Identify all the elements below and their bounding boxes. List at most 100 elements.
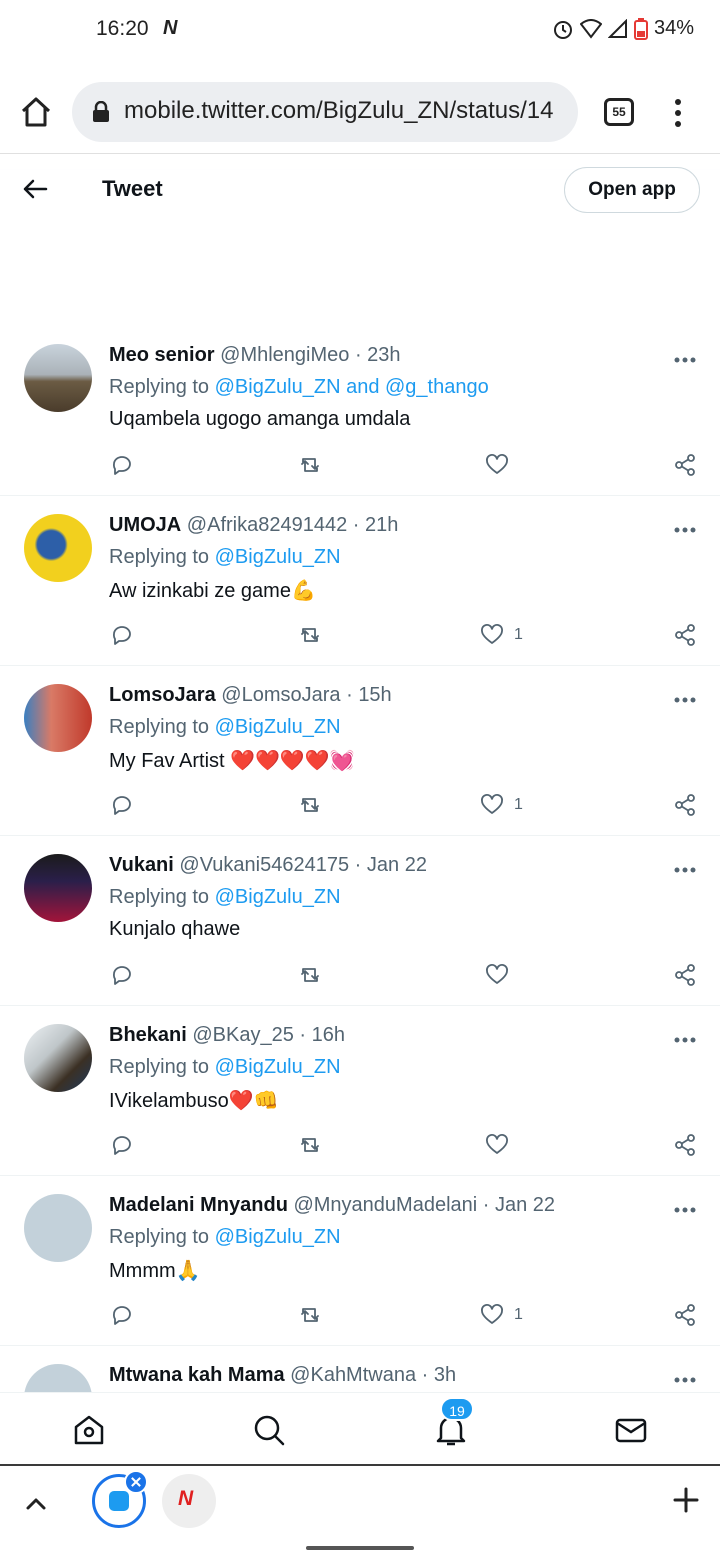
reply-button[interactable] xyxy=(110,620,134,650)
close-tab-icon[interactable] xyxy=(124,1470,148,1494)
replying-to-line: Replying to @BigZulu_ZN and @g_thango xyxy=(109,376,489,399)
tweet-time[interactable]: Jan 22 xyxy=(495,1194,555,1216)
reply-button[interactable] xyxy=(110,1130,134,1160)
avatar[interactable] xyxy=(24,684,92,752)
retweet-button[interactable] xyxy=(298,790,322,820)
retweet-button[interactable] xyxy=(298,1300,322,1330)
replying-to-handles[interactable]: @BigZulu_ZN xyxy=(215,1226,341,1248)
avatar[interactable] xyxy=(24,1194,92,1262)
author-handle[interactable]: @KahMtwana xyxy=(290,1364,416,1386)
author-handle[interactable]: @Afrika82491442 xyxy=(187,514,347,536)
tweet-text: Aw izinkabi ze game💪 xyxy=(109,580,316,602)
signal-icon xyxy=(607,18,627,38)
replies-feed[interactable]: Shweele... INkabi AyzondiMeo senior @Mhl… xyxy=(0,156,720,1392)
author-name[interactable]: Bhekani xyxy=(109,1024,187,1046)
author-handle[interactable]: @LomsoJara xyxy=(221,684,340,706)
replying-to-handles[interactable]: @BigZulu_ZN and @g_thango xyxy=(215,376,489,398)
reply-button[interactable] xyxy=(110,450,134,480)
share-icon xyxy=(675,1304,695,1326)
home-icon[interactable] xyxy=(72,1413,106,1447)
like-button[interactable] xyxy=(485,960,519,990)
avatar[interactable] xyxy=(24,854,92,922)
more-options-icon[interactable] xyxy=(674,527,696,533)
back-arrow-icon[interactable] xyxy=(20,174,50,204)
share-button[interactable] xyxy=(673,960,697,990)
reply-tweet[interactable]: UMOJA @Afrika82491442 · 21h Replying to @… xyxy=(0,496,720,666)
avatar[interactable] xyxy=(24,1364,92,1392)
reply-tweet[interactable]: LomsoJara @LomsoJara · 15h Replying to @B… xyxy=(0,666,720,836)
tweet-time[interactable]: 3h xyxy=(434,1364,456,1386)
author-name[interactable]: Meo senior xyxy=(109,344,215,366)
more-options-icon[interactable] xyxy=(674,697,696,703)
wifi-icon xyxy=(579,18,602,39)
share-button[interactable] xyxy=(673,790,697,820)
news-tab[interactable]: N xyxy=(162,1474,216,1528)
reply-button[interactable] xyxy=(110,790,134,820)
new-tab-plus-icon[interactable] xyxy=(672,1486,700,1514)
tweet-time[interactable]: 21h xyxy=(365,514,398,536)
news-tab-glyph: N xyxy=(178,1487,194,1510)
battery-percent: 34% xyxy=(653,17,694,39)
like-button[interactable]: 1 xyxy=(480,790,523,820)
reply-icon xyxy=(112,1306,131,1325)
open-app-button[interactable]: Open app xyxy=(564,167,700,213)
author-name[interactable]: UMOJA xyxy=(109,514,181,536)
reply-tweet[interactable]: Vukani @Vukani54624175 · Jan 22 Replying … xyxy=(0,836,720,1006)
replying-to-handles[interactable]: @BigZulu_ZN xyxy=(215,1056,341,1078)
gesture-bar[interactable] xyxy=(306,1546,414,1550)
search-icon[interactable] xyxy=(252,1413,286,1447)
share-icon xyxy=(675,964,695,986)
author-name[interactable]: Mtwana kah Mama xyxy=(109,1364,285,1386)
avatar[interactable] xyxy=(24,344,92,412)
like-button[interactable]: 1 xyxy=(480,620,523,650)
replying-to-handles[interactable]: @BigZulu_ZN xyxy=(215,546,341,568)
retweet-button[interactable] xyxy=(298,1130,322,1160)
news-app-notification-icon: N xyxy=(163,17,178,39)
author-name[interactable]: Madelani Mnyandu xyxy=(109,1194,288,1216)
author-name[interactable]: LomsoJara xyxy=(109,684,216,706)
tweet-time[interactable]: 15h xyxy=(358,684,391,706)
address-bar[interactable]: mobile.twitter.com/BigZulu_ZN/status/14 xyxy=(72,82,578,142)
more-options-icon[interactable] xyxy=(674,867,696,873)
reply-button[interactable] xyxy=(110,1300,134,1330)
replying-to-handles[interactable]: @BigZulu_ZN xyxy=(215,886,341,908)
share-button[interactable] xyxy=(673,450,697,480)
browser-menu-icon[interactable] xyxy=(670,96,686,130)
share-button[interactable] xyxy=(673,1300,697,1330)
like-count: 1 xyxy=(514,1306,523,1323)
more-options-icon[interactable] xyxy=(674,357,696,363)
divider xyxy=(0,153,720,154)
share-button[interactable] xyxy=(673,620,697,650)
tweet-time[interactable]: 23h xyxy=(367,344,400,366)
author-handle[interactable]: @MnyanduMadelani xyxy=(293,1194,477,1216)
like-button[interactable] xyxy=(485,1130,519,1160)
retweet-button[interactable] xyxy=(298,450,322,480)
reply-button[interactable] xyxy=(110,960,134,990)
tab-switcher-button[interactable]: 55 xyxy=(604,98,634,126)
author-handle[interactable]: @BKay_25 xyxy=(192,1024,293,1046)
more-options-icon[interactable] xyxy=(674,1377,696,1383)
more-options-icon[interactable] xyxy=(674,1207,696,1213)
replying-to-handles[interactable]: @BigZulu_ZN xyxy=(215,716,341,738)
tweet-time[interactable]: Jan 22 xyxy=(367,854,427,876)
reply-tweet[interactable]: Mtwana kah Mama @KahMtwana · 3h xyxy=(0,1346,720,1392)
avatar[interactable] xyxy=(24,1024,92,1092)
like-button[interactable] xyxy=(485,450,519,480)
reply-tweet[interactable]: Meo senior @MhlengiMeo · 23h Replying to … xyxy=(0,326,720,496)
heart-icon xyxy=(486,1134,508,1154)
author-name[interactable]: Vukani xyxy=(109,854,174,876)
retweet-button[interactable] xyxy=(298,620,322,650)
retweet-button[interactable] xyxy=(298,960,322,990)
author-handle[interactable]: @MhlengiMeo xyxy=(220,344,349,366)
author-handle[interactable]: @Vukani54624175 xyxy=(179,854,349,876)
mail-icon[interactable] xyxy=(614,1413,648,1447)
avatar[interactable] xyxy=(24,514,92,582)
share-button[interactable] xyxy=(673,1130,697,1160)
reply-tweet[interactable]: Madelani Mnyandu @MnyanduMadelani · Jan … xyxy=(0,1176,720,1346)
home-icon[interactable] xyxy=(18,94,54,130)
like-button[interactable]: 1 xyxy=(480,1300,523,1330)
chevron-up-icon[interactable] xyxy=(22,1490,50,1518)
tweet-time[interactable]: 16h xyxy=(312,1024,345,1046)
reply-tweet[interactable]: Bhekani @BKay_25 · 16h Replying to @BigZu… xyxy=(0,1006,720,1176)
more-options-icon[interactable] xyxy=(674,1037,696,1043)
